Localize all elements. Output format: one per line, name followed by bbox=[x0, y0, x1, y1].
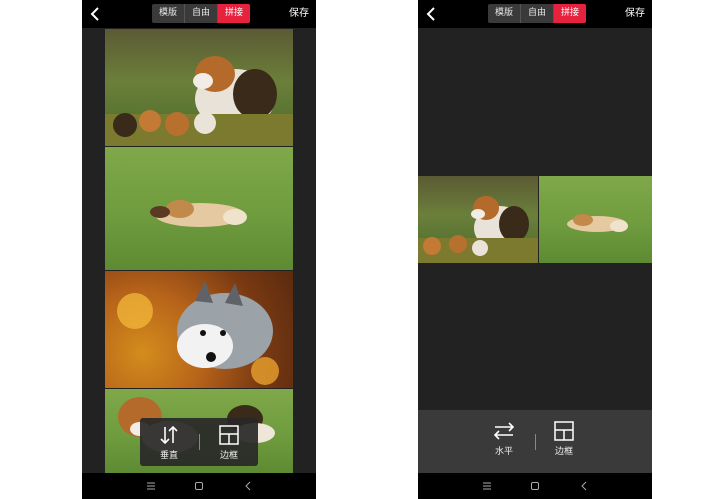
tab-stitch[interactable]: 拼接 bbox=[218, 4, 251, 23]
vertical-swap-icon bbox=[160, 425, 178, 445]
frame-tool-label: 边框 bbox=[219, 451, 238, 461]
horizontal-tool-label: 水平 bbox=[494, 447, 513, 457]
tab-free[interactable]: 自由 bbox=[521, 4, 555, 23]
photo-dog-running[interactable] bbox=[105, 147, 293, 270]
mode-tabs: 模版 自由 拼接 bbox=[488, 4, 587, 23]
horizontal-swap-icon bbox=[493, 422, 515, 440]
frame-tool[interactable]: 边框 bbox=[546, 420, 582, 457]
home-icon[interactable] bbox=[193, 480, 205, 492]
frame-layout-icon bbox=[219, 425, 239, 445]
running-dog-image bbox=[150, 200, 247, 227]
system-nav-bar bbox=[82, 473, 316, 499]
home-icon[interactable] bbox=[529, 480, 541, 492]
tab-stitch[interactable]: 拼接 bbox=[554, 4, 587, 23]
tab-template[interactable]: 模版 bbox=[152, 4, 186, 23]
frame-tool-label: 边框 bbox=[554, 447, 573, 457]
photo-beagle-family[interactable] bbox=[105, 29, 293, 146]
beagle-family-image bbox=[105, 56, 293, 146]
top-bar: 模版 自由 拼接 保存 bbox=[418, 0, 652, 28]
back-arrow-icon[interactable] bbox=[88, 6, 102, 22]
tool-separator bbox=[535, 434, 536, 450]
frame-tool[interactable]: 边框 bbox=[210, 424, 248, 461]
save-button[interactable]: 保存 bbox=[625, 0, 645, 28]
back-nav-icon[interactable] bbox=[578, 480, 590, 492]
photo-husky[interactable] bbox=[105, 271, 293, 388]
menu-icon[interactable] bbox=[481, 480, 493, 492]
photo-dog-running[interactable] bbox=[539, 176, 652, 263]
beagle-family-image bbox=[418, 196, 538, 263]
tab-free[interactable]: 自由 bbox=[185, 4, 219, 23]
back-arrow-icon[interactable] bbox=[424, 6, 438, 22]
frame-layout-icon bbox=[554, 421, 574, 441]
mode-tabs: 模版 自由 拼接 bbox=[152, 4, 251, 23]
stitch-tools-panel: 水平 边框 bbox=[418, 410, 652, 473]
photo-beagle-family[interactable] bbox=[418, 176, 538, 263]
vertical-tool[interactable]: 垂直 bbox=[150, 424, 188, 461]
husky-image bbox=[117, 281, 279, 385]
stitch-tools-panel: 垂直 边框 bbox=[140, 418, 258, 466]
tab-template[interactable]: 模版 bbox=[488, 4, 522, 23]
top-bar: 模版 自由 拼接 保存 bbox=[82, 0, 316, 28]
left-phone-screen: 模版 自由 拼接 保存 垂直 边框 bbox=[82, 0, 316, 499]
tool-separator bbox=[199, 434, 200, 450]
menu-icon[interactable] bbox=[145, 480, 157, 492]
right-phone-screen: 模版 自由 拼接 保存 水平 边框 bbox=[418, 0, 652, 499]
back-nav-icon[interactable] bbox=[242, 480, 254, 492]
system-nav-bar bbox=[418, 473, 652, 499]
running-dog-image bbox=[567, 214, 628, 232]
vertical-tool-label: 垂直 bbox=[159, 451, 178, 461]
horizontal-tool[interactable]: 水平 bbox=[486, 420, 522, 457]
save-button[interactable]: 保存 bbox=[289, 0, 309, 28]
